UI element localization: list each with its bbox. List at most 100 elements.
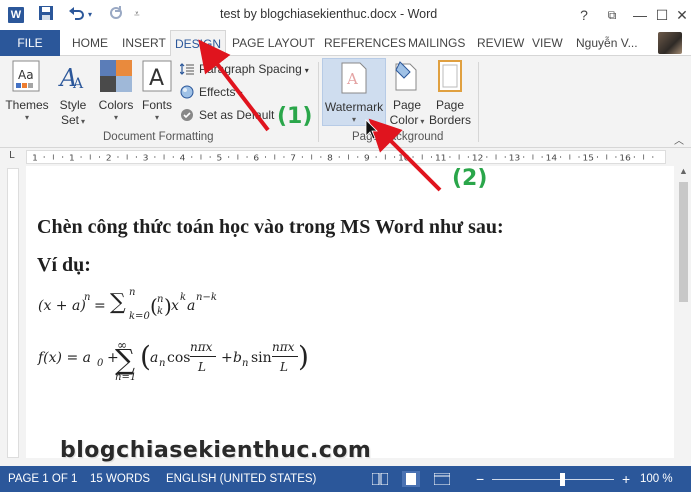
tab-home[interactable]: HOME xyxy=(72,30,108,56)
themes-button[interactable]: Aa Themes ▾ xyxy=(4,60,50,123)
paragraph-spacing-icon xyxy=(179,62,194,76)
formula2-frac2-num: nπx xyxy=(272,340,295,354)
chevron-down-icon: ▾ xyxy=(304,66,309,75)
effects-button[interactable]: Effects ▾ xyxy=(180,84,242,102)
themes-icon: Aa xyxy=(4,60,50,96)
fonts-icon: A xyxy=(138,60,176,96)
print-layout-icon[interactable] xyxy=(402,471,420,490)
tab-insert[interactable]: INSERT xyxy=(122,30,166,56)
tab-view[interactable]: VIEW xyxy=(532,30,563,56)
formula2-frac1-num: nπx xyxy=(190,340,213,354)
tab-review[interactable]: REVIEW xyxy=(477,30,524,56)
ruler-number: 1 xyxy=(69,153,75,162)
fonts-button[interactable]: A Fonts ▾ xyxy=(138,60,176,123)
formula2-an: a xyxy=(150,350,159,366)
formula1-binom-top: n xyxy=(157,294,164,305)
web-layout-icon[interactable] xyxy=(433,472,451,488)
ruler-number: 2 xyxy=(106,153,112,162)
page-borders-icon xyxy=(428,60,472,96)
page-color-label-2: Color xyxy=(389,113,419,127)
document-heading[interactable]: Chèn công thức toán học vào trong MS Wor… xyxy=(37,216,504,239)
group-label-document-formatting: Document Formatting xyxy=(103,131,214,143)
ribbon-display-options-button[interactable]: ⧉ xyxy=(598,5,626,25)
undo-icon[interactable] xyxy=(68,5,86,27)
ruler-number: 10 xyxy=(398,153,409,162)
page-count[interactable]: PAGE 1 OF 1 xyxy=(8,473,77,485)
ruler-number: 6 xyxy=(253,153,259,162)
document-subheading[interactable]: Ví dụ: xyxy=(37,254,91,277)
read-mode-icon[interactable] xyxy=(371,472,389,488)
chevron-down-icon: ▾ xyxy=(113,113,118,122)
zoom-slider-thumb[interactable] xyxy=(560,473,565,486)
formula2-plus2: + xyxy=(221,350,233,366)
formula2-sin: sin xyxy=(251,350,272,366)
svg-text:Aa: Aa xyxy=(18,68,34,82)
save-icon[interactable] xyxy=(38,5,54,27)
ruler-number: 14 xyxy=(546,153,557,162)
group-divider xyxy=(478,62,479,142)
formula1-sum-bottom: k=0 xyxy=(129,311,150,322)
chevron-down-icon: ▾ xyxy=(24,113,29,122)
word-count[interactable]: 15 WORDS xyxy=(90,473,150,485)
formula1-x: x xyxy=(171,298,179,314)
user-account-name[interactable]: Nguyễn V... xyxy=(576,36,638,50)
formula2-bn: b xyxy=(233,350,242,366)
scrollbar-thumb[interactable] xyxy=(679,182,688,302)
help-button[interactable]: ? xyxy=(570,5,598,25)
zoom-in-button[interactable]: + xyxy=(622,471,630,487)
formula2-rparen: ) xyxy=(298,340,309,373)
style-set-button[interactable]: AA Style Set ▾ xyxy=(54,60,92,128)
vertical-scrollbar[interactable]: ▲ xyxy=(676,166,691,458)
redo-icon[interactable] xyxy=(108,5,124,27)
undo-dropdown-icon[interactable]: ▾ xyxy=(88,5,92,25)
close-button[interactable]: ✕ xyxy=(668,5,691,25)
paragraph-spacing-button[interactable]: Paragraph Spacing ▾ xyxy=(179,61,309,79)
group-label-page-background: Page Background xyxy=(352,131,444,143)
page-color-button[interactable]: Page Color ▾ xyxy=(388,60,426,128)
tab-page-layout[interactable]: PAGE LAYOUT xyxy=(232,30,315,56)
scroll-up-icon[interactable]: ▲ xyxy=(679,166,688,176)
document-title: test by blogchiasekienthuc.docx - Word xyxy=(220,7,438,21)
svg-text:A: A xyxy=(346,70,358,88)
ruler-number: 3 xyxy=(143,153,149,162)
ruler-number: 13 xyxy=(509,153,520,162)
language-indicator[interactable]: ENGLISH (UNITED STATES) xyxy=(166,473,316,485)
tab-file[interactable]: FILE xyxy=(0,30,60,56)
avatar[interactable] xyxy=(658,32,682,54)
customize-qat-icon[interactable]: ⩡ xyxy=(134,5,140,25)
ribbon-design: Aa Themes ▾ AA Style Set ▾ Colors ▾ A Fon… xyxy=(0,56,691,148)
ruler-number: 4 xyxy=(180,153,186,162)
page-borders-label-1: Page xyxy=(435,98,465,112)
set-as-default-button[interactable]: Set as Default xyxy=(180,107,274,123)
zoom-slider[interactable] xyxy=(492,479,614,480)
tab-references[interactable]: REFERENCES xyxy=(324,30,406,56)
formula2-frac1-bar xyxy=(190,356,216,357)
tab-selector-icon[interactable]: L xyxy=(7,150,17,162)
step-1-label: (1) xyxy=(277,104,313,129)
chevron-down-icon: ▾ xyxy=(420,117,425,126)
paragraph-spacing-label: Paragraph Spacing xyxy=(199,62,302,76)
horizontal-ruler[interactable]: 1 1 2 3 4 5 6 7 8 9 10 11 12 13 14 15 16 xyxy=(26,150,666,164)
watermark-button[interactable]: A Watermark ▾ xyxy=(322,58,386,126)
formula1-binom-bottom: k xyxy=(157,306,164,317)
vertical-ruler[interactable] xyxy=(7,168,19,458)
tab-design[interactable]: DESIGN xyxy=(170,30,227,57)
effects-label: Effects xyxy=(199,85,236,99)
status-bar: PAGE 1 OF 1 15 WORDS ENGLISH (UNITED STA… xyxy=(0,466,691,492)
zoom-level[interactable]: 100 % xyxy=(640,473,673,485)
ribbon-tab-bar: FILE HOME INSERT DESIGN PAGE LAYOUT REFE… xyxy=(0,30,691,57)
colors-label: Colors xyxy=(98,98,134,112)
svg-text:A: A xyxy=(149,66,164,91)
page-color-icon xyxy=(388,60,426,96)
ruler-number: 12 xyxy=(472,153,483,162)
page-borders-button[interactable]: Page Borders xyxy=(428,60,472,128)
style-set-label-1: Style xyxy=(59,98,87,112)
tab-mailings[interactable]: MAILINGS xyxy=(408,30,465,56)
formula2-a0-sub: 0 xyxy=(97,358,104,369)
collapse-ribbon-icon[interactable]: ︿ xyxy=(674,132,684,147)
fonts-label: Fonts xyxy=(141,98,172,112)
word-app-icon[interactable]: W xyxy=(8,7,24,23)
ruler-number: 9 xyxy=(364,153,370,162)
zoom-out-button[interactable]: − xyxy=(476,471,484,487)
colors-button[interactable]: Colors ▾ xyxy=(96,60,136,123)
